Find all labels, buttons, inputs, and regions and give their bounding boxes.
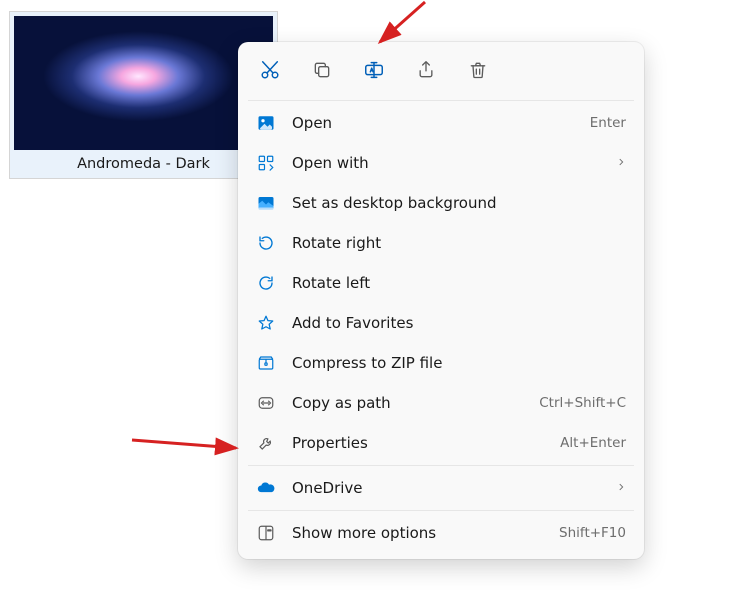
menu-label: Set as desktop background [292,194,626,212]
menu-rotate-left[interactable]: Rotate left [244,263,638,303]
menu-open-with[interactable]: Open with [244,143,638,183]
menu-shortcut: Enter [590,115,626,131]
menu-set-background[interactable]: Set as desktop background [244,183,638,223]
menu-shortcut: Alt+Enter [560,435,626,451]
onedrive-icon [256,478,276,498]
menu-properties[interactable]: Properties Alt+Enter [244,423,638,463]
chevron-right-icon [616,480,626,496]
menu-copy-as-path[interactable]: Copy as path Ctrl+Shift+C [244,383,638,423]
delete-button[interactable] [464,58,492,86]
separator [248,100,634,101]
separator [248,510,634,511]
menu-label: OneDrive [292,479,616,497]
share-icon [416,60,436,84]
menu-label: Open [292,114,590,132]
wrench-icon [256,433,276,453]
zip-icon [256,353,276,373]
copy-icon [312,60,332,84]
menu-onedrive[interactable]: OneDrive [244,468,638,508]
menu-label: Show more options [292,524,559,542]
file-name: Andromeda - Dark [14,150,273,176]
menu-add-favorites[interactable]: Add to Favorites [244,303,638,343]
separator [248,465,634,466]
toolbar [244,48,638,98]
menu-shortcut: Ctrl+Shift+C [539,395,626,411]
star-icon [256,313,276,333]
menu-label: Open with [292,154,616,172]
desktop-background-icon [256,193,276,213]
cut-button[interactable] [256,58,284,86]
share-button[interactable] [412,58,440,86]
file-thumbnail [14,16,273,150]
menu-shortcut: Shift+F10 [559,525,626,541]
menu-open[interactable]: Open Enter [244,103,638,143]
menu-label: Copy as path [292,394,539,412]
rename-icon [363,59,385,85]
rotate-left-icon [256,273,276,293]
copy-path-icon [256,393,276,413]
open-with-icon [256,153,276,173]
menu-label: Add to Favorites [292,314,626,332]
menu-label: Rotate right [292,234,626,252]
show-more-icon [256,523,276,543]
annotation-arrow-left [128,430,248,460]
chevron-right-icon [616,155,626,171]
menu-label: Properties [292,434,560,452]
menu-label: Rotate left [292,274,626,292]
menu-compress-zip[interactable]: Compress to ZIP file [244,343,638,383]
menu-show-more[interactable]: Show more options Shift+F10 [244,513,638,553]
annotation-arrow-top [355,0,435,48]
trash-icon [468,60,488,84]
copy-button[interactable] [308,58,336,86]
context-menu: Open Enter Open with Set as desktop back… [238,42,644,559]
rotate-right-icon [256,233,276,253]
scissors-icon [259,59,281,85]
menu-rotate-right[interactable]: Rotate right [244,223,638,263]
rename-button[interactable] [360,58,388,86]
menu-label: Compress to ZIP file [292,354,626,372]
picture-icon [256,113,276,133]
